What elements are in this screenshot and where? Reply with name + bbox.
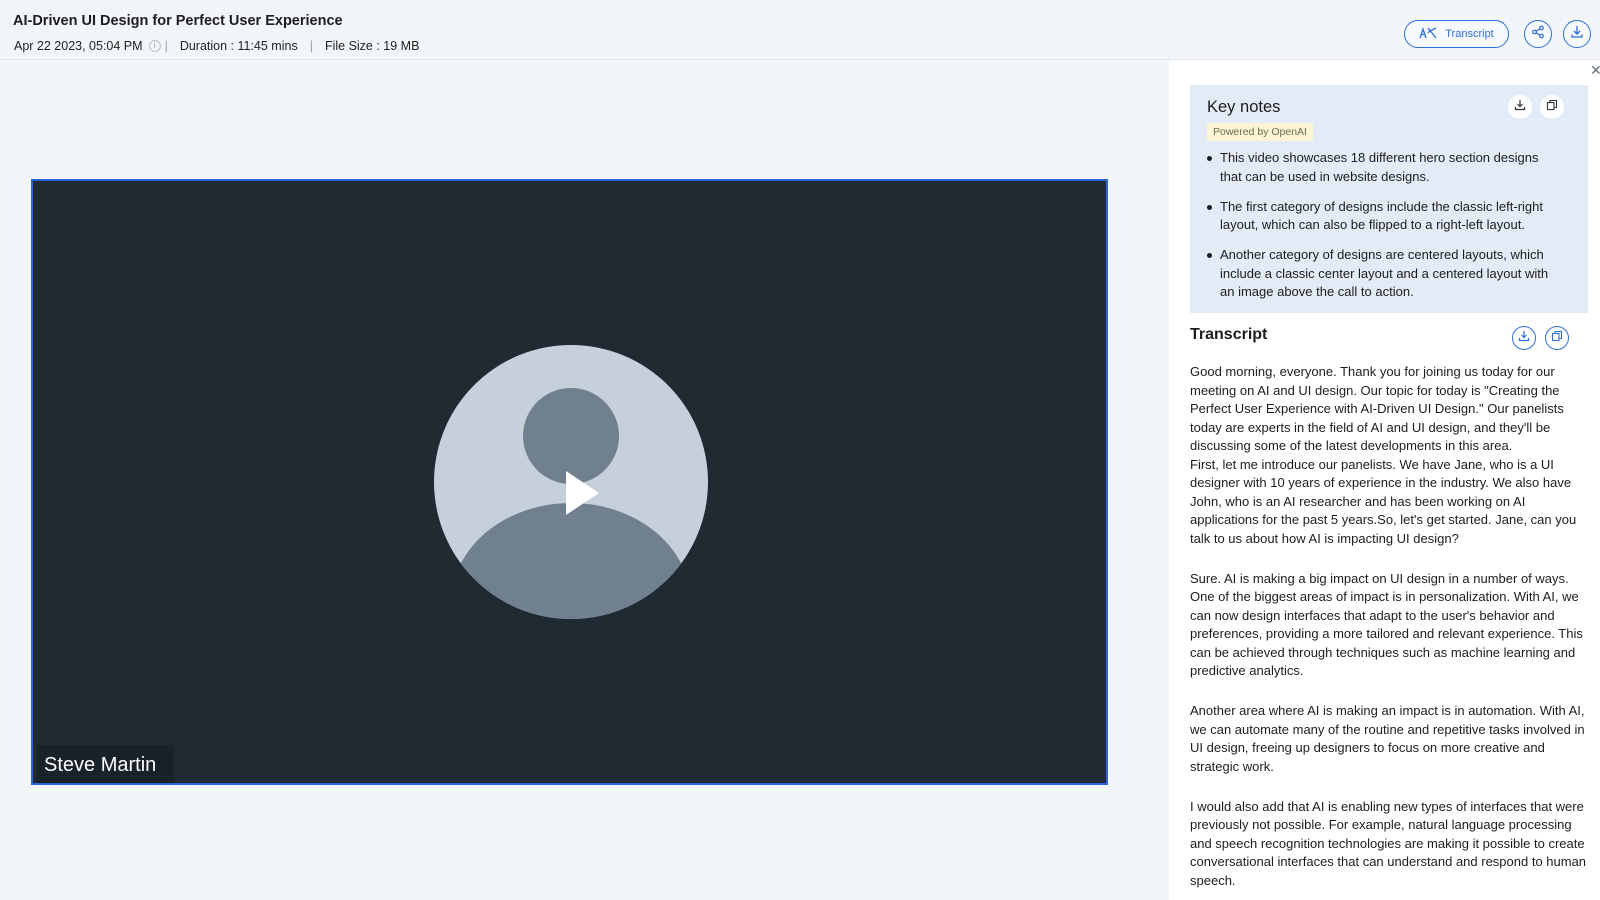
meta-divider: | [164, 39, 168, 53]
key-notes-title: Key notes [1207, 98, 1281, 116]
key-notes-copy-button[interactable] [1540, 95, 1564, 119]
transcript-icon [1419, 26, 1437, 43]
avatar-head [523, 388, 619, 484]
speaker-name-tag: Steve Martin [37, 745, 175, 783]
transcript-paragraph: I would also add that AI is enabling new… [1190, 798, 1587, 888]
play-icon[interactable] [566, 471, 599, 515]
copy-icon [1551, 329, 1563, 347]
transcript-body: Good morning, everyone. Thank you for jo… [1190, 363, 1590, 900]
key-note-item: This video showcases 18 different hero s… [1207, 149, 1559, 186]
share-icon [1531, 25, 1545, 44]
recording-duration: Duration : 11:45 mins [179, 39, 298, 53]
transcript-button[interactable]: Transcript [1404, 20, 1509, 48]
transcript-download-button[interactable] [1512, 326, 1536, 350]
download-icon [1570, 25, 1584, 44]
meta-divider: | [309, 39, 313, 53]
key-note-item: Another category of designs are centered… [1207, 246, 1559, 302]
key-notes-card: Key notes Powered by OpenAI This video s… [1190, 85, 1588, 313]
transcript-button-label: Transcript [1445, 28, 1494, 40]
key-notes-download-button[interactable] [1508, 95, 1532, 119]
download-button[interactable] [1563, 20, 1591, 48]
key-note-item: The first category of designs include th… [1207, 198, 1559, 235]
copy-icon [1546, 98, 1558, 116]
download-icon [1514, 98, 1526, 116]
transcript-title: Transcript [1190, 326, 1268, 343]
recording-date: Apr 22 2023, 05:04 PM [14, 39, 143, 53]
share-button[interactable] [1524, 20, 1552, 48]
avatar-body [451, 503, 691, 619]
info-icon[interactable]: i [148, 40, 161, 52]
video-player[interactable]: Steve Martin [31, 179, 1108, 785]
recording-meta: Apr 22 2023, 05:04 PM i | Duration : 11:… [14, 39, 419, 53]
transcript-copy-button[interactable] [1545, 326, 1569, 350]
recording-title: AI-Driven UI Design for Perfect User Exp… [13, 13, 343, 29]
transcript-paragraph: Good morning, everyone. Thank you for jo… [1190, 364, 1564, 453]
transcript-paragraph: Sure. AI is making a big impact on UI de… [1190, 570, 1583, 679]
close-panel-icon[interactable]: ✕ [1590, 63, 1600, 77]
header-bar: AI-Driven UI Design for Perfect User Exp… [0, 0, 1600, 60]
download-icon [1518, 329, 1530, 347]
recording-file-size: File Size : 19 MB [324, 39, 420, 53]
powered-by-badge: Powered by OpenAI [1207, 123, 1313, 141]
transcript-paragraph: First, let me introduce our panelists. W… [1190, 456, 1577, 546]
transcript-paragraph: Another area where AI is making an impac… [1190, 703, 1585, 774]
key-notes-list: This video showcases 18 different hero s… [1207, 149, 1559, 313]
